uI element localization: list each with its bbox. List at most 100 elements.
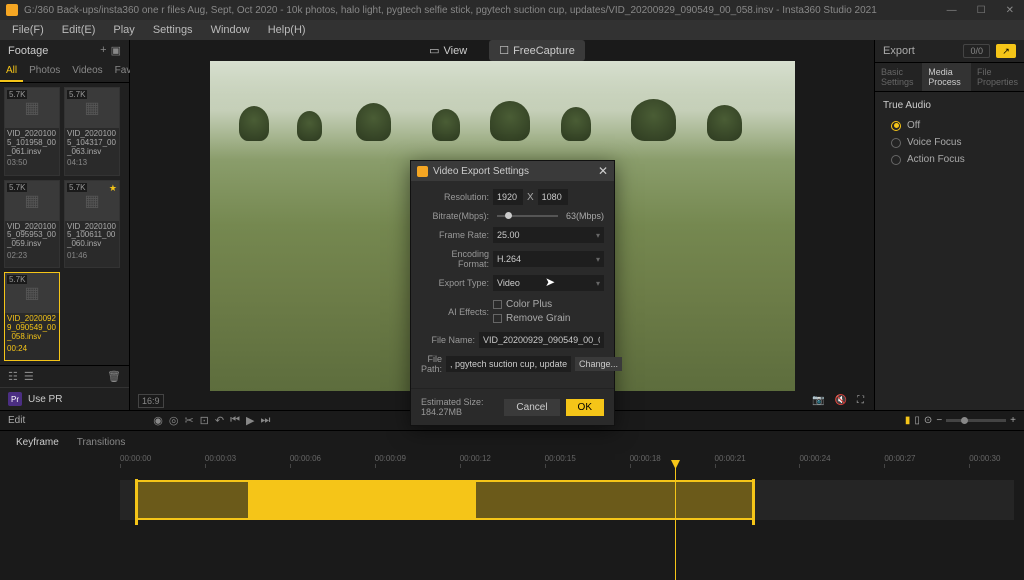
trash-icon[interactable]: 🗑 xyxy=(107,370,121,383)
export-type-select[interactable]: Video xyxy=(493,275,604,291)
resolution-width-input[interactable] xyxy=(493,189,523,205)
marker-off-icon[interactable]: ▯ xyxy=(914,415,920,426)
resolution-badge: 5.7K xyxy=(7,90,27,99)
zoom-fit-icon[interactable]: ⊙ xyxy=(924,415,932,426)
menu-settings[interactable]: Settings xyxy=(145,22,201,38)
tab-basic-settings[interactable]: Basic Settings xyxy=(875,63,922,91)
zoom-slider[interactable] xyxy=(946,419,1006,422)
export-button[interactable]: ↗ xyxy=(996,44,1016,58)
tab-file-properties[interactable]: File Properties xyxy=(971,63,1024,91)
tool-1[interactable]: ◉ xyxy=(153,414,163,427)
resolution-badge: 5.7K xyxy=(7,275,27,284)
filepath-input[interactable] xyxy=(446,356,571,372)
video-clip[interactable] xyxy=(135,480,755,520)
bitrate-slider[interactable] xyxy=(497,215,558,217)
footage-panel: Footage + ▣ All Photos Videos Favorites … xyxy=(0,40,130,410)
footage-thumb[interactable]: 5.7K▦VID_20201005_104317_00_063.insv04:1… xyxy=(64,87,120,176)
export-panel: Export 0/0 ↗ Basic Settings Media Proces… xyxy=(874,40,1024,410)
use-pr-button[interactable]: Pr Use PR xyxy=(0,387,129,410)
footage-thumb[interactable]: 5.7K▦VID_20201005_101958_00_061.insv03:5… xyxy=(4,87,60,176)
resolution-badge: 5.7K xyxy=(67,183,87,192)
freecapture-button[interactable]: ☐ FreeCapture xyxy=(489,40,585,61)
removegrain-checkbox[interactable] xyxy=(493,314,502,323)
tab-all[interactable]: All xyxy=(0,61,23,82)
video-export-settings-dialog: Video Export Settings ✕ Resolution: X Bi… xyxy=(410,160,615,426)
ruler-tick: 00:00:09 xyxy=(375,454,406,463)
dialog-close-button[interactable]: ✕ xyxy=(598,164,608,178)
zoom-in-icon[interactable]: + xyxy=(1010,415,1016,426)
timeline-ruler[interactable]: 00:00:0000:00:0300:00:0600:00:0900:00:12… xyxy=(120,454,1014,468)
thumb-name: VID_20201005_104317_00_063.insv xyxy=(65,128,119,158)
radio-action-focus[interactable]: Action Focus xyxy=(883,151,1016,168)
aspect-ratio[interactable]: 16:9 xyxy=(138,394,164,408)
thumb-image: 5.7K▦ xyxy=(5,88,59,128)
tab-photos[interactable]: Photos xyxy=(23,61,66,82)
thumb-duration: 01:46 xyxy=(65,251,119,262)
thumb-duration: 04:13 xyxy=(65,158,119,169)
view-mode-button[interactable]: ▭ View xyxy=(419,40,477,61)
ruler-tick: 00:00:30 xyxy=(969,454,1000,463)
resolution-badge: 5.7K xyxy=(7,183,27,192)
export-title: Export xyxy=(883,45,915,57)
menu-file[interactable]: File(F) xyxy=(4,22,52,38)
tool-2[interactable]: ◎ xyxy=(169,414,179,427)
tool-5[interactable]: ↶ xyxy=(215,414,224,427)
ruler-tick: 00:00:21 xyxy=(715,454,746,463)
ruler-tick: 00:00:15 xyxy=(545,454,576,463)
play-timeline-icon[interactable]: ▶ xyxy=(246,414,254,427)
zoom-out-icon[interactable]: − xyxy=(936,415,942,426)
thumb-image: 5.7K▦ xyxy=(5,273,59,313)
resolution-badge: 5.7K xyxy=(67,90,87,99)
thumb-image: 5.7K▦ xyxy=(5,181,59,221)
radio-voice-focus[interactable]: Voice Focus xyxy=(883,134,1016,151)
tab-keyframe[interactable]: Keyframe xyxy=(8,435,67,450)
menu-help[interactable]: Help(H) xyxy=(260,22,314,38)
thumb-name: VID_20200929_090549_00_058.insv xyxy=(5,313,59,343)
marker-icon[interactable]: ▮ xyxy=(905,415,911,426)
timeline-track[interactable] xyxy=(120,480,1014,520)
tool-3[interactable]: ✂ xyxy=(184,414,193,427)
menu-edit[interactable]: Edit(E) xyxy=(54,22,104,38)
ruler-tick: 00:00:27 xyxy=(884,454,915,463)
list-view-icon[interactable]: ☰ xyxy=(24,370,34,383)
thumb-name: VID_20201005_101958_00_061.insv xyxy=(5,128,59,158)
mute-icon[interactable]: 🔇 xyxy=(835,395,847,406)
fullscreen-icon[interactable]: ⛶ xyxy=(857,395,864,406)
thumb-name: VID_20201005_095953_00_059.insv xyxy=(5,221,59,251)
framerate-select[interactable]: 25.00 xyxy=(493,227,604,243)
add-footage-icon[interactable]: + xyxy=(100,44,106,57)
tab-videos[interactable]: Videos xyxy=(66,61,108,82)
thumb-duration: 02:23 xyxy=(5,251,59,262)
export-progress: 0/0 xyxy=(963,44,990,58)
ok-button[interactable]: OK xyxy=(566,399,604,416)
encoding-select[interactable]: H.264 xyxy=(493,251,604,267)
menu-play[interactable]: Play xyxy=(105,22,142,38)
footage-thumb[interactable]: 5.7K★▦VID_20201005_100611_00_060.insv01:… xyxy=(64,180,120,269)
filename-input[interactable] xyxy=(479,332,604,348)
resolution-height-input[interactable] xyxy=(538,189,568,205)
import-folder-icon[interactable]: ▣ xyxy=(111,44,121,57)
prev-frame-icon[interactable]: ⏮ xyxy=(230,414,240,427)
cancel-button[interactable]: Cancel xyxy=(504,399,559,416)
tab-media-process[interactable]: Media Process xyxy=(922,63,971,91)
colorplus-checkbox[interactable] xyxy=(493,300,502,309)
ruler-tick: 00:00:00 xyxy=(120,454,151,463)
change-path-button[interactable]: Change... xyxy=(575,357,622,371)
thumb-duration: 00:24 xyxy=(5,344,59,355)
tab-transitions[interactable]: Transitions xyxy=(69,435,134,450)
maximize-button[interactable]: ☐ xyxy=(973,5,990,16)
menu-window[interactable]: Window xyxy=(203,22,258,38)
close-button[interactable]: ✕ xyxy=(1002,5,1018,16)
timeline-panel: Edit ◉ ◎ ✂ ⊡ ↶ ⏮ ▶ ⏭ ▮ ▯ ⊙ − + Keyframe … xyxy=(0,410,1024,554)
thumb-duration: 03:50 xyxy=(5,158,59,169)
ruler-tick: 00:00:18 xyxy=(630,454,661,463)
minimize-button[interactable]: — xyxy=(943,5,961,16)
snapshot-icon[interactable]: 📷 xyxy=(812,395,824,406)
grid-view-icon[interactable]: ☷ xyxy=(8,370,18,383)
footage-thumb[interactable]: 5.7K▦VID_20201005_095953_00_059.insv02:2… xyxy=(4,180,60,269)
footage-thumb[interactable]: 5.7K▦VID_20200929_090549_00_058.insv00:2… xyxy=(4,272,60,361)
next-frame-icon[interactable]: ⏭ xyxy=(260,414,270,427)
radio-off[interactable]: Off xyxy=(883,117,1016,134)
tool-4[interactable]: ⊡ xyxy=(200,414,209,427)
playhead[interactable] xyxy=(675,460,676,580)
